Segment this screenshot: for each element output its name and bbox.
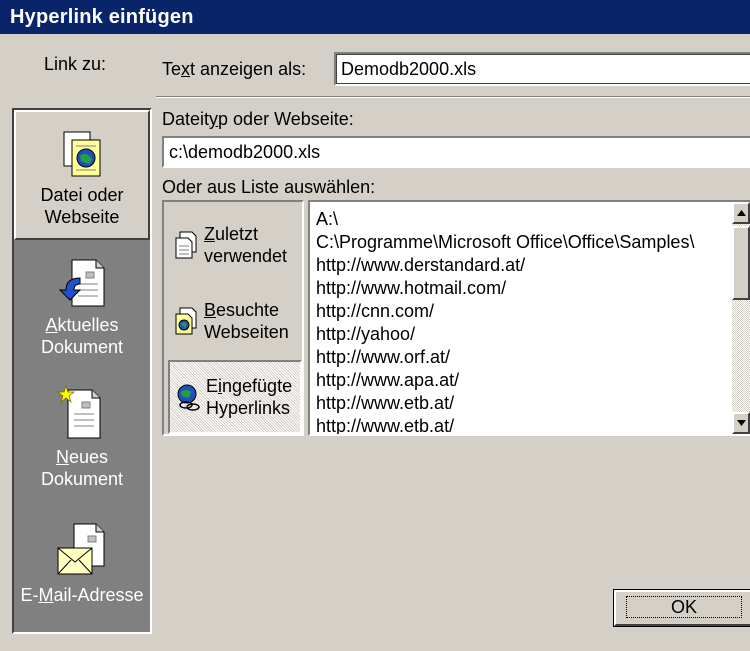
category-inserted-links[interactable]: Eingefügte Hyperlinks	[168, 360, 302, 434]
inserted-links-icon	[177, 384, 200, 411]
list-item[interactable]: http://www.hotmail.com/	[310, 277, 750, 300]
file-web-icon	[63, 131, 101, 177]
choose-from-list-label: Oder aus Liste auswählen:	[162, 177, 376, 197]
new-document-icon	[57, 384, 101, 439]
email-icon	[57, 523, 105, 575]
scroll-down-button[interactable]	[732, 412, 750, 434]
list-item[interactable]: A:\	[310, 208, 750, 231]
file-or-webpage-label: Dateityp oder Webseite:	[162, 109, 354, 129]
display-text-label: Text anzeigen als:	[162, 59, 307, 79]
list-category-panel: Zuletzt verwendet Besuchte Webseiten Ein…	[162, 200, 304, 436]
visited-pages-icon	[175, 307, 197, 335]
category-label: Zuletzt verwendet	[204, 224, 288, 266]
list-item[interactable]: http://www.etb.at/	[310, 392, 750, 415]
list-item[interactable]: http://yahoo/	[310, 323, 750, 346]
window-title: Hyperlink einfügen	[0, 0, 750, 34]
category-visited-pages[interactable]: Besuchte Webseiten	[168, 284, 302, 358]
list-item[interactable]: http://www.etb.at/	[310, 415, 750, 434]
sidebar-item-label: Datei oder	[40, 185, 124, 205]
arrow-up-icon	[736, 210, 746, 216]
sidebar-item-label: E-Mail-Adresse	[20, 585, 144, 605]
list-item[interactable]: http://www.orf.at/	[310, 346, 750, 369]
sidebar-item-email-address[interactable]: E-Mail-Adresse	[14, 522, 150, 612]
sidebar-item-file-or-webpage[interactable]: Datei oder Webseite	[14, 110, 150, 240]
sidebar-item-label: Aktuelles	[45, 315, 119, 335]
category-label: Eingefügte Hyperlinks	[206, 376, 293, 418]
list-item[interactable]: C:\Programme\Microsoft Office\Office\Sam…	[310, 231, 750, 254]
separator	[156, 96, 750, 98]
scroll-thumb[interactable]	[732, 226, 750, 300]
link-to-sidebar: Datei oder Webseite Aktuelles Dokument N…	[12, 108, 152, 634]
sidebar-item-label: Dokument	[40, 337, 124, 357]
list-item[interactable]: http://cnn.com/	[310, 300, 750, 323]
ok-button[interactable]: OK	[613, 589, 750, 627]
link-to-label: Link zu:	[44, 54, 107, 74]
sidebar-item-label: Dokument	[40, 469, 124, 489]
link-list[interactable]: A:\ C:\Programme\Microsoft Office\Office…	[308, 200, 750, 436]
recent-files-icon	[175, 231, 197, 259]
category-recent-files[interactable]: Zuletzt verwendet	[168, 208, 302, 282]
display-text-input[interactable]	[334, 52, 750, 86]
sidebar-item-current-document[interactable]: Aktuelles Dokument	[14, 256, 150, 366]
sidebar-item-label: Neues	[55, 447, 109, 467]
list-item[interactable]: http://www.derstandard.at/	[310, 254, 750, 277]
arrow-down-icon	[736, 420, 746, 426]
sidebar-item-new-document[interactable]: Neues Dokument	[14, 384, 150, 494]
scroll-up-button[interactable]	[732, 202, 750, 224]
current-document-icon	[58, 259, 105, 307]
list-item[interactable]: http://www.apa.at/	[310, 369, 750, 392]
sidebar-item-label: Webseite	[44, 207, 120, 227]
file-or-webpage-input[interactable]	[162, 136, 750, 168]
list-scrollbar[interactable]	[732, 202, 750, 434]
category-label: Besuchte Webseiten	[204, 300, 289, 342]
